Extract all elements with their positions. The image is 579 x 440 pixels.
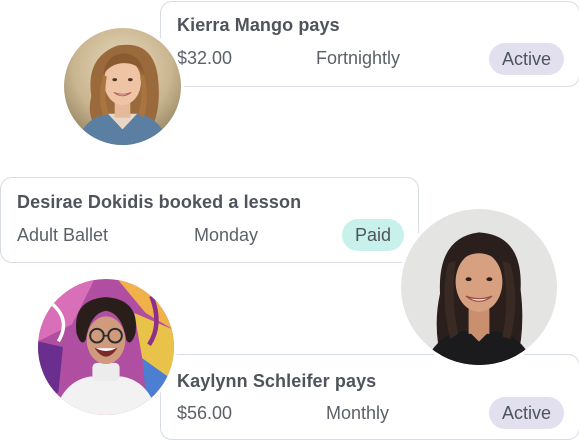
payment-card-kierra[interactable]: Kierra Mango pays $32.00 Fortnightly Act…: [160, 1, 579, 87]
card-title: Desirae Dokidis booked a lesson: [17, 192, 302, 212]
payment-amount: $32.00: [177, 48, 233, 68]
lesson-class: Adult Ballet: [17, 225, 109, 245]
payment-frequency: Monthly: [326, 403, 390, 423]
status-badge: Paid: [342, 219, 404, 251]
payment-amount: $56.00: [177, 403, 233, 423]
card-title: Kaylynn Schleifer pays: [177, 371, 377, 391]
portrait-image: [64, 28, 181, 145]
avatar: [61, 25, 184, 148]
payment-card-kaylynn[interactable]: Kaylynn Schleifer pays $56.00 Monthly Ac…: [160, 354, 579, 440]
portrait-image: [38, 279, 174, 415]
portrait-image: [401, 209, 557, 365]
booking-card-desirae[interactable]: Desirae Dokidis booked a lesson Adult Ba…: [0, 177, 419, 263]
avatar: [35, 276, 177, 418]
status-badge: Active: [489, 397, 564, 429]
lesson-day: Monday: [194, 225, 259, 245]
avatar: [398, 206, 560, 368]
card-title: Kierra Mango pays: [177, 15, 340, 35]
payment-frequency: Fortnightly: [316, 48, 401, 68]
status-badge: Active: [489, 43, 564, 75]
